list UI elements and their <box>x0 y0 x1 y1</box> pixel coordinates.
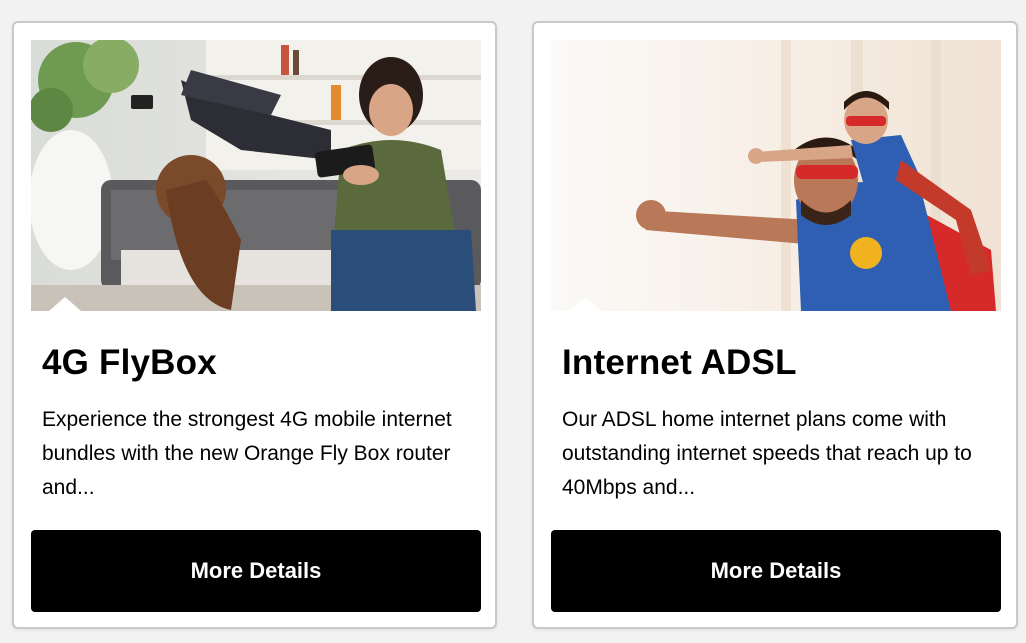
product-cards: 4G FlyBox Experience the strongest 4G mo… <box>0 0 1026 643</box>
card-description: Our ADSL home internet plans come with o… <box>562 408 972 499</box>
card-description: Experience the strongest 4G mobile inter… <box>42 408 452 499</box>
image-notch <box>49 297 81 311</box>
card-image-flybox <box>31 40 481 311</box>
more-details-button[interactable]: More Details <box>31 530 481 612</box>
card-image-adsl <box>551 40 1001 311</box>
more-details-button[interactable]: More Details <box>551 530 1001 612</box>
card-title: 4G FlyBox <box>42 343 217 382</box>
card-title: Internet ADSL <box>562 343 797 382</box>
card-4g-flybox: 4G FlyBox Experience the strongest 4G mo… <box>12 21 497 629</box>
card-internet-adsl: Internet ADSL Our ADSL home internet pla… <box>532 21 1018 629</box>
image-notch <box>569 297 601 311</box>
